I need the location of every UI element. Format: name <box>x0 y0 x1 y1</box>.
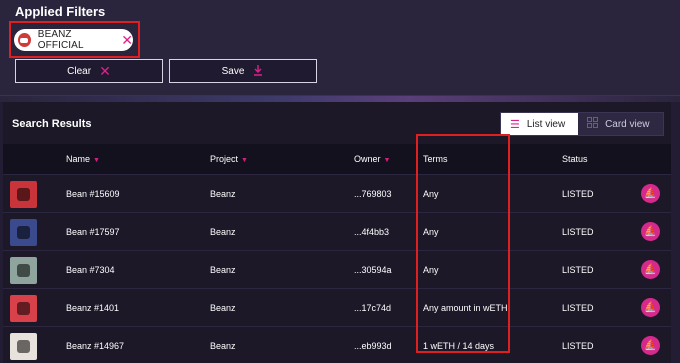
table-row[interactable]: Bean #15609 Beanz ...769803 Any LISTED ⛵ <box>3 174 671 212</box>
owner-header-label: Owner <box>354 154 381 164</box>
grid-icon <box>587 117 599 131</box>
list-view-label: List view <box>526 118 566 130</box>
nft-name[interactable]: Bean #7304 <box>66 265 115 275</box>
filter-chip[interactable]: BEANZ OFFICIAL ✕ <box>14 29 133 51</box>
nft-thumbnail <box>10 295 37 322</box>
owner-address[interactable]: ...4f4bb3 <box>354 227 389 237</box>
project-header-label: Project <box>210 154 239 164</box>
status-value: LISTED <box>562 227 594 237</box>
nft-thumbnail <box>10 257 37 284</box>
search-results-panel: Search Results ☰ List view Card view Nam… <box>3 102 671 363</box>
save-button-label: Save <box>221 65 245 77</box>
sailboat-icon[interactable]: ⛵ <box>641 222 660 241</box>
owner-address[interactable]: ...30594a <box>354 265 392 275</box>
list-view-button[interactable]: ☰ List view <box>501 113 579 135</box>
close-icon[interactable]: ✕ <box>121 33 133 47</box>
table-row[interactable]: Bean #17597 Beanz ...4f4bb3 Any LISTED ⛵ <box>3 212 671 250</box>
table-row[interactable]: Beanz #14967 Beanz ...eb993d 1 wETH / 14 da… <box>3 326 671 363</box>
table-header: Name ▼ Project ▼ Owner ▼ Terms Status <box>3 144 671 174</box>
clear-button-label: Clear <box>67 65 92 77</box>
project-name: Beanz <box>210 227 236 237</box>
nft-name[interactable]: Bean #15609 <box>66 189 120 199</box>
project-column-header[interactable]: Project ▼ <box>210 154 248 164</box>
table-row[interactable]: Beanz #1401 Beanz ...17c74d Any amount in w… <box>3 288 671 326</box>
nft-name[interactable]: Beanz #14967 <box>66 341 124 351</box>
owner-address[interactable]: ...769803 <box>354 189 392 199</box>
project-name: Beanz <box>210 341 236 351</box>
status-column-header: Status <box>562 154 588 164</box>
filter-chip-label: BEANZ OFFICIAL <box>37 29 84 51</box>
sailboat-icon[interactable]: ⛵ <box>641 184 660 203</box>
download-icon <box>252 64 264 78</box>
applied-filters-panel: Applied Filters BEANZ OFFICIAL ✕ Clear ✕… <box>0 0 680 96</box>
clear-button[interactable]: Clear ✕ <box>15 59 163 83</box>
owner-column-header[interactable]: Owner ▼ <box>354 154 390 164</box>
status-value: LISTED <box>562 265 594 275</box>
applied-filters-title: Applied Filters <box>15 4 106 19</box>
list-icon: ☰ <box>510 118 520 131</box>
nft-name[interactable]: Beanz #1401 <box>66 303 119 313</box>
owner-address[interactable]: ...eb993d <box>354 341 392 351</box>
name-header-label: Name <box>66 154 91 164</box>
view-toggle: ☰ List view Card view <box>500 112 664 136</box>
card-view-button[interactable]: Card view <box>578 113 663 135</box>
nft-thumbnail <box>10 219 37 246</box>
sailboat-icon[interactable]: ⛵ <box>641 298 660 317</box>
close-icon: ✕ <box>99 63 111 79</box>
project-name: Beanz <box>210 303 236 313</box>
status-value: LISTED <box>562 303 594 313</box>
nft-thumbnail <box>10 333 37 360</box>
save-button[interactable]: Save <box>169 59 317 83</box>
nft-name[interactable]: Bean #17597 <box>66 227 120 237</box>
owner-address[interactable]: ...17c74d <box>354 303 391 313</box>
card-view-label: Card view <box>605 118 650 130</box>
nft-thumbnail <box>10 181 37 208</box>
project-name: Beanz <box>210 265 236 275</box>
status-value: LISTED <box>562 341 594 351</box>
project-name: Beanz <box>210 189 236 199</box>
sailboat-icon[interactable]: ⛵ <box>641 336 660 355</box>
sailboat-icon[interactable]: ⛵ <box>641 260 660 279</box>
table-row[interactable]: Bean #7304 Beanz ...30594a Any LISTED ⛵ <box>3 250 671 288</box>
name-column-header[interactable]: Name ▼ <box>66 154 100 164</box>
sort-icon: ▼ <box>383 157 391 164</box>
status-value: LISTED <box>562 189 594 199</box>
sort-icon: ▼ <box>93 157 100 164</box>
terms-highlight-outline <box>416 134 510 353</box>
sort-icon: ▼ <box>241 157 248 164</box>
collection-logo-icon <box>17 32 32 48</box>
search-results-title: Search Results <box>12 118 92 130</box>
